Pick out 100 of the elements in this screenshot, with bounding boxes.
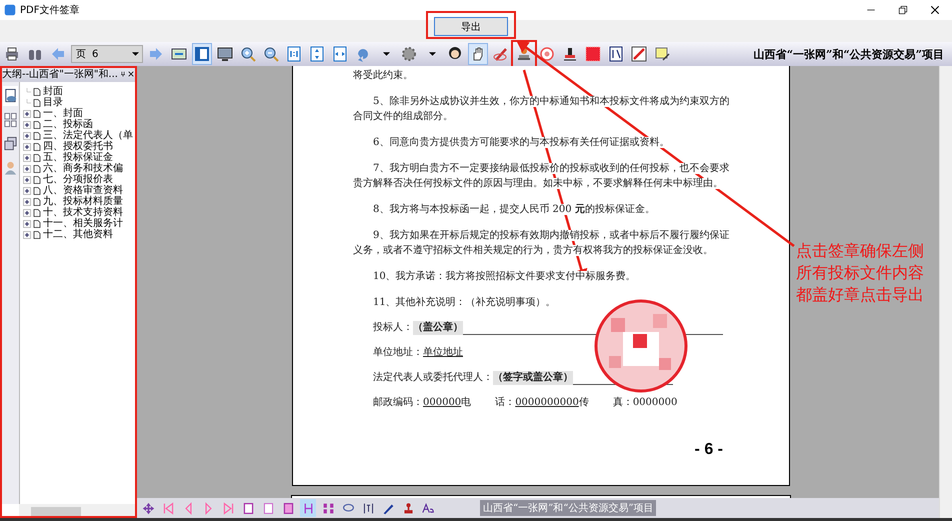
expand-icon	[23, 198, 31, 206]
maximize-icon	[898, 5, 908, 15]
close-icon	[930, 5, 940, 15]
field-value: （签字或盖公章）	[493, 371, 573, 385]
single-page-button[interactable]	[192, 43, 212, 65]
outline-item[interactable]: 三、法定代表人（单	[43, 130, 133, 141]
page-paragraph: 7、我方明白贵方不一定要接纳最低投标价的投标或收到的任何投标，也不会要求贵方解释否决任何投标文件的原因与理由。如未中标，不要求解释任何未中标理由。	[353, 162, 730, 191]
first-page-icon	[162, 502, 174, 514]
fit-width-icon	[332, 46, 348, 62]
gear-icon	[401, 46, 417, 62]
export-button[interactable]: 导出	[434, 17, 508, 36]
page-number-field[interactable]: 页 6	[71, 45, 143, 63]
last-page-icon	[222, 502, 234, 514]
forward-arrow-icon	[148, 46, 164, 62]
expand-icon	[23, 154, 31, 162]
page-icon	[262, 502, 274, 514]
document-title: 山西省“一张网”和“公共资源交易”项目	[754, 46, 945, 62]
field-value: 0000000000	[515, 396, 579, 410]
expand-icon	[23, 164, 31, 172]
stamp-icon	[402, 502, 414, 514]
fit-page-icon	[309, 46, 325, 62]
outline-item[interactable]: 五、投标保证金	[43, 152, 113, 163]
expand-icon	[23, 120, 31, 128]
field-value: 0000000	[632, 396, 678, 410]
user-icon	[3, 160, 18, 176]
page-label: 页	[76, 48, 86, 61]
lasso-icon	[342, 502, 354, 514]
expand-icon	[23, 230, 31, 238]
outline-item[interactable]: 六、商务和技术偏	[43, 163, 123, 174]
outline-item[interactable]: 八、资格审查资料	[43, 185, 123, 196]
field-label: 传	[578, 396, 589, 410]
close-icon	[128, 70, 134, 78]
page-value: 6	[92, 48, 98, 60]
app-icon	[4, 4, 16, 16]
page-paragraph: 9、我方如果在开标后规定的投标有效期内撤销投标，或者中标后不履行履约保证义务，或者不遵守招标文件相关规定的行为，贵方有权将我方的投标保证金没收。	[353, 228, 730, 258]
outline-item[interactable]: 七、分项报价表	[43, 174, 113, 185]
expand-icon	[23, 142, 31, 150]
thumbnails-icon	[3, 112, 18, 128]
side-tab[interactable]	[3, 110, 18, 130]
footer-title: 山西省“一张网”和“公共资源交易”项目	[480, 500, 656, 516]
panel-title: 大纲--山西省"一张网"和...	[2, 68, 118, 81]
outline-item[interactable]: 目录	[43, 97, 63, 108]
text-box-icon	[608, 46, 624, 62]
stamp-icon	[562, 46, 578, 62]
expand-icon	[23, 220, 31, 228]
zoom-in-icon	[240, 46, 256, 62]
stamp-button[interactable]	[514, 43, 534, 65]
layers-icon	[3, 136, 18, 152]
stamp-icon	[516, 46, 532, 62]
hand-button[interactable]	[468, 43, 488, 65]
field-value: （盖公章）	[413, 321, 463, 335]
outline-item[interactable]: 二、投标函	[43, 119, 93, 130]
field-label: 话：	[495, 396, 516, 410]
expand-icon	[23, 110, 31, 118]
monitor-icon	[217, 46, 233, 62]
expand-icon	[23, 208, 31, 216]
hatched-square-icon	[585, 46, 601, 62]
page-icon	[242, 502, 254, 514]
expand-icon	[23, 176, 31, 184]
outline-item[interactable]: 十二、其他资料	[43, 229, 113, 240]
expand-icon	[23, 132, 31, 140]
side-tab[interactable]	[3, 86, 18, 106]
print-icon	[4, 46, 20, 62]
field-label: 电	[461, 396, 472, 410]
outline-item[interactable]: 十一、相关服务计	[43, 218, 123, 229]
move-cross-icon	[142, 502, 154, 514]
crossed-pen-icon	[631, 46, 647, 62]
outline-item[interactable]: 十、技术支持资料	[43, 207, 123, 218]
field-label: 邮政编码：	[373, 396, 423, 410]
page-number: - 6 -	[694, 441, 723, 459]
outline-item[interactable]: 九、投标材料质量	[43, 196, 123, 207]
field-label: 单位地址：	[373, 346, 423, 360]
outline-item[interactable]: 四、授权委托书	[43, 141, 113, 152]
expand-icon	[23, 186, 31, 194]
open-book-icon	[171, 46, 187, 62]
single-page-icon	[194, 46, 210, 62]
pen-icon	[382, 502, 394, 514]
font-icon	[422, 502, 434, 514]
back-arrow-icon	[50, 46, 66, 62]
annotation-note: 点击签章确保左侧 所有投标文件内容 都盖好章点击导出	[796, 240, 924, 306]
outline-item[interactable]: 一、封面	[43, 108, 83, 119]
note-icon	[654, 46, 670, 62]
pin-icon	[120, 70, 126, 78]
person-head-icon	[447, 46, 463, 62]
pen-signature-icon	[493, 46, 509, 62]
outline-item[interactable]: 封面	[43, 86, 63, 97]
column-layout-icon	[302, 502, 314, 514]
window-title: PDF文件签章	[20, 4, 80, 17]
dropdown-caret-icon	[382, 52, 390, 56]
actual-size-icon	[286, 46, 302, 62]
page-icon	[282, 502, 294, 514]
horizontal-scrollbar[interactable]	[19, 504, 136, 518]
field-value: 000000	[423, 396, 462, 410]
seal-ring-icon	[539, 46, 555, 62]
field-label: 真：	[612, 396, 633, 410]
dropdown-caret-icon	[132, 52, 139, 56]
document-eye-icon	[3, 88, 18, 104]
field-value: 单位地址	[423, 346, 463, 360]
column-layout-button[interactable]	[300, 499, 316, 517]
field-label: 投标人：	[373, 321, 413, 335]
